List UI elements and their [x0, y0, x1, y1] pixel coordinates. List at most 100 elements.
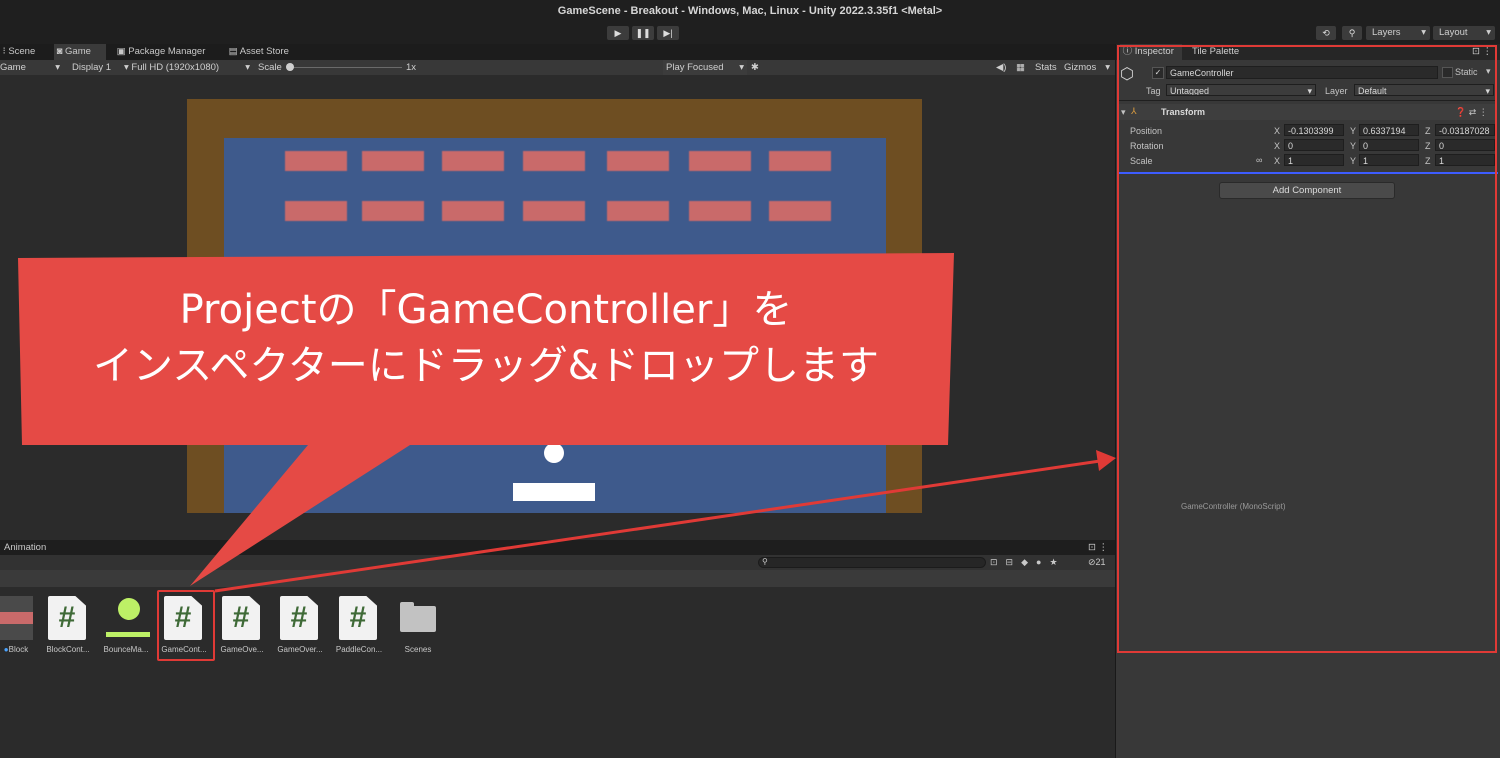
eye-slash-icon: ⊘	[1088, 557, 1096, 567]
game-block	[285, 151, 347, 171]
asset-label: PaddleCon...	[335, 645, 383, 654]
asset-gameover-2[interactable]: # GameOver...	[270, 596, 330, 662]
game-block	[607, 201, 669, 221]
game-mode-label: Game	[0, 62, 26, 73]
history-button[interactable]: ⟲	[1316, 26, 1336, 40]
lock-icon[interactable]: ⊡ ⋮	[1088, 540, 1108, 555]
callout-line-2: インスペクターにドラッグ&ドロップします	[93, 343, 879, 389]
scale-label: Scale	[258, 62, 282, 73]
search-icon: ⚲	[1348, 28, 1356, 38]
gizmos-dropdown[interactable]: Gizmos ▾	[1064, 60, 1112, 75]
callout-line-1: Projectの「GameController」を	[179, 287, 793, 333]
game-paddle	[513, 483, 595, 501]
animation-tab-bar	[0, 540, 1115, 555]
tab-asset-store-label: Asset Store	[239, 46, 289, 57]
stats-toggle[interactable]: Stats	[1035, 60, 1061, 75]
step-button[interactable]: ▶|	[657, 26, 679, 40]
layout-label: Layout	[1439, 27, 1468, 38]
game-block	[523, 201, 585, 221]
toggle-icon: ▾	[124, 62, 129, 73]
step-icon: ▶|	[663, 28, 673, 38]
package-icon: ▣	[116, 46, 126, 57]
game-block	[442, 201, 504, 221]
folder-icon	[398, 596, 436, 640]
play-focused-label: Play Focused	[666, 62, 724, 73]
pause-icon: ❚❚	[635, 28, 651, 38]
game-block	[689, 151, 751, 171]
scale-slider[interactable]	[288, 67, 402, 68]
bug-icon[interactable]: ✱	[751, 60, 765, 75]
tab-animation[interactable]: Animation	[4, 540, 46, 555]
history-icon: ⟲	[1322, 28, 1330, 38]
asset-bouncematerial[interactable]: BounceMa...	[96, 596, 156, 662]
chevron-down-icon: ▾	[1421, 27, 1426, 38]
audio-icon[interactable]: ◀)	[996, 60, 1010, 75]
project-search-input[interactable]: ⚲	[758, 557, 986, 568]
pause-button[interactable]: ❚❚	[632, 26, 654, 40]
layers-dropdown[interactable]: Layers ▾	[1366, 26, 1430, 40]
game-block	[285, 201, 347, 221]
gamepad-icon: ◙	[56, 46, 63, 57]
physics-material-icon	[106, 596, 150, 640]
resolution-dropdown[interactable]: ▾ Full HD (1920x1080) ▾	[124, 60, 252, 75]
tab-scene-label: Scene	[8, 46, 36, 57]
window-title: GameScene - Breakout - Windows, Mac, Lin…	[557, 5, 943, 17]
game-block	[523, 151, 585, 171]
gizmos-label: Gizmos	[1064, 62, 1097, 73]
asset-paddlecontroller[interactable]: # PaddleCon...	[329, 596, 389, 662]
game-ball	[544, 443, 564, 463]
display-icon[interactable]: ▦	[1016, 60, 1030, 75]
tab-scene[interactable]: ⁝ Scene	[0, 44, 50, 60]
game-block	[442, 151, 504, 171]
csharp-script-icon: #	[48, 596, 86, 640]
asset-label: GameOver...	[277, 645, 323, 654]
layers-label: Layers	[1372, 27, 1401, 38]
asset-label: ●Block	[0, 645, 38, 654]
chevron-down-icon: ▾	[1105, 62, 1110, 73]
tab-package-manager-label: Package Manager	[128, 46, 206, 57]
asset-gameover-1[interactable]: # GameOve...	[212, 596, 272, 662]
play-button[interactable]: ▶	[607, 26, 629, 40]
asset-scenes-folder[interactable]: Scenes	[388, 596, 448, 662]
project-breadcrumb-bar	[0, 570, 1115, 587]
project-filter-icons[interactable]: ⊡⊟◆●★	[990, 556, 1066, 569]
search-button[interactable]: ⚲	[1342, 26, 1362, 40]
layout-dropdown[interactable]: Layout ▾	[1433, 26, 1495, 40]
scale-value: 1x	[406, 62, 417, 73]
tab-game[interactable]: ◙ Game	[54, 44, 106, 60]
play-focused-dropdown[interactable]: Play Focused ▾	[663, 60, 747, 75]
game-mode-dropdown[interactable]: Game ▾	[0, 60, 62, 75]
display-dropdown[interactable]: Display 1	[72, 60, 122, 75]
asset-label: Scenes	[404, 645, 432, 654]
chevron-down-icon: ▾	[739, 62, 744, 73]
game-block	[362, 201, 424, 221]
chevron-down-icon: ▾	[245, 62, 250, 73]
main-toolbar	[0, 22, 1500, 44]
game-block	[769, 201, 831, 221]
play-icon: ▶	[614, 28, 622, 38]
search-icon: ⚲	[762, 557, 768, 566]
visibility-count-label: 21	[1095, 557, 1106, 567]
tab-asset-store[interactable]: ▤ Asset Store	[226, 44, 298, 60]
callout-text: Projectの「GameController」を インスペクターにドラッグ&ド…	[18, 282, 954, 394]
csharp-script-icon: #	[280, 596, 318, 640]
csharp-script-icon: #	[339, 596, 377, 640]
resolution-label: Full HD (1920x1080)	[131, 62, 220, 73]
game-block	[362, 151, 424, 171]
game-block	[689, 201, 751, 221]
game-block	[607, 151, 669, 171]
scale-slider-handle[interactable]	[286, 63, 294, 71]
chevron-down-icon: ▾	[55, 62, 60, 73]
tab-package-manager[interactable]: ▣ Package Manager	[114, 44, 222, 60]
scene-icon: ⁝	[2, 46, 6, 57]
asset-highlight-frame	[157, 590, 215, 661]
prefab-preview	[0, 596, 33, 640]
asset-blockcontroller[interactable]: # BlockCont...	[38, 596, 98, 662]
game-block	[769, 151, 831, 171]
chevron-down-icon: ▾	[1486, 27, 1491, 38]
visibility-count[interactable]: ⊘21	[1088, 556, 1106, 569]
csharp-script-icon: #	[222, 596, 260, 640]
asset-label-text: Block	[8, 645, 29, 654]
inspector-highlight-frame	[1117, 45, 1497, 653]
tab-game-label: Game	[65, 46, 91, 57]
